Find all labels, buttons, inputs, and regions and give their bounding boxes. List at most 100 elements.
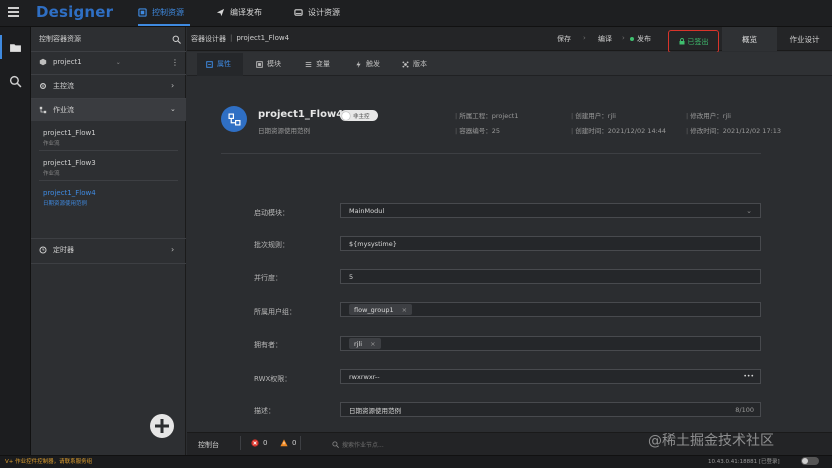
breadcrumb-root[interactable]: 容器设计器 [191, 34, 226, 44]
tree-item-main-flow[interactable]: 主控流 [31, 77, 186, 95]
flow-item[interactable]: project1_Flow3 作业流 [43, 159, 96, 177]
divider [39, 180, 178, 181]
console-search[interactable]: 搜索作业节点... [332, 440, 384, 449]
error-count[interactable]: 0 [251, 439, 267, 447]
description-input[interactable]: 日期资源使用范例 8/100 [340, 402, 761, 417]
publish-button[interactable]: 发布 [630, 34, 651, 44]
breadcrumb-separator: | [230, 34, 233, 42]
warning-icon [280, 439, 288, 447]
more-horizontal-icon[interactable]: ••• [743, 373, 754, 380]
flow-item-sub: 日期资源使用范例 [43, 201, 88, 207]
workflow-icon [39, 106, 47, 114]
add-button[interactable] [150, 414, 174, 438]
compile-button[interactable]: 编译 [598, 34, 612, 44]
top-header: Designer 控制资源 编译发布 设计资源 [0, 0, 832, 27]
owner-chip: rjli × [349, 338, 381, 349]
chevron-down-icon[interactable]: ⌄ [170, 105, 176, 113]
nav-tab-design-resources[interactable]: 设计资源 [294, 7, 340, 18]
batch-rule-input[interactable]: ${mysystime} [340, 236, 761, 251]
search-icon[interactable] [9, 75, 22, 88]
start-module-select[interactable]: MainModul ⌄ [340, 203, 761, 218]
rail-active-marker [0, 35, 2, 59]
search-icon [332, 441, 339, 448]
module-icon [256, 60, 263, 68]
error-icon [251, 439, 259, 447]
tab-triggers[interactable]: 触发 [355, 52, 380, 76]
search-icon[interactable] [172, 35, 181, 44]
chevron-right-icon: › [622, 34, 625, 42]
main-control-toggle[interactable]: 非主控 [340, 110, 378, 121]
tree-item-label: 主控流 [53, 82, 74, 90]
drive-icon [294, 9, 303, 16]
folder-icon[interactable] [9, 41, 22, 54]
divider [240, 436, 241, 450]
meta-value: rjli [607, 112, 616, 120]
chip-label: rjli [354, 339, 363, 348]
project-selector[interactable]: project1 ⌄ [31, 55, 186, 69]
select-value: MainModul [349, 206, 385, 215]
warning-count[interactable]: 0 [280, 439, 296, 447]
meta-label: 创建时间： [575, 127, 608, 135]
tab-variables[interactable]: 变量 [305, 52, 330, 76]
variable-icon [305, 61, 312, 67]
plus-icon [155, 419, 169, 433]
chevron-right-icon[interactable]: › [171, 245, 174, 254]
tree-item-timer[interactable]: 定时器 [31, 241, 186, 259]
flow-item-selected[interactable]: project1_Flow4 日期资源使用范例 [43, 189, 96, 207]
flow-title: project1_Flow4 [258, 109, 344, 120]
tab-modules[interactable]: 模块 [256, 52, 281, 76]
cube-icon [39, 58, 47, 66]
console-tab[interactable]: 控制台 [198, 440, 219, 450]
sidebar-title: 控制容器资源 [31, 33, 186, 45]
nav-tab-label: 编译发布 [230, 8, 262, 17]
tree-item-workflow[interactable]: 作业流 [31, 99, 186, 121]
tab-label: 触发 [366, 60, 380, 68]
nav-tab-compile-publish[interactable]: 编译发布 [216, 7, 262, 18]
hamburger-menu-icon[interactable] [8, 7, 19, 18]
tab-job-design[interactable]: 作业设计 [777, 27, 832, 51]
app-brand: Designer [36, 3, 114, 21]
tab-overview-label: 概览 [742, 34, 757, 44]
active-tab-indicator [138, 24, 190, 26]
meta-label: 修改用户： [690, 112, 723, 120]
user-group-select[interactable]: flow_group1 × [340, 302, 761, 317]
trigger-icon [356, 60, 361, 68]
divider [221, 153, 761, 154]
parallel-input[interactable]: 5 [340, 269, 761, 284]
chevron-down-icon: ⌄ [115, 58, 121, 66]
nav-tab-control-resources[interactable]: 控制资源 [138, 7, 184, 18]
flow-item-sub: 作业流 [43, 171, 60, 177]
rwx-input[interactable]: rwxrwxr-- ••• [340, 369, 761, 384]
chevron-right-icon[interactable]: › [171, 81, 174, 90]
save-button[interactable]: 保存 [557, 34, 571, 44]
toggle-knob [342, 111, 350, 120]
rwx-label: RWX权限： [254, 375, 292, 383]
meta-value: project1 [491, 112, 519, 120]
divider [31, 51, 186, 52]
checked-out-label: 已签出 [687, 37, 709, 46]
more-vertical-icon[interactable]: ⋮ [171, 58, 179, 67]
tab-versions[interactable]: 版本 [402, 52, 427, 76]
workflow-icon [227, 112, 241, 126]
status-toggle[interactable] [801, 457, 819, 465]
meta-value: 2021/12/02 17:13 [722, 127, 782, 135]
owner-select[interactable]: rjli × [340, 336, 761, 351]
char-counter: 8/100 [735, 405, 754, 414]
flow-item[interactable]: project1_Flow1 作业流 [43, 129, 96, 147]
tab-properties[interactable]: 属性 [206, 52, 231, 76]
meta-value: 25 [491, 127, 501, 135]
clock-icon [39, 246, 47, 254]
chevron-right-icon: › [583, 34, 586, 42]
tab-overview[interactable]: 概览 [722, 27, 777, 51]
meta-label: 所属工程： [459, 112, 492, 120]
close-icon[interactable]: × [402, 306, 407, 314]
project-name: project1 [53, 58, 82, 66]
flow-avatar [221, 106, 247, 132]
settings-icon [40, 83, 46, 89]
checked-out-button[interactable]: 已签出 [668, 30, 719, 53]
nav-tab-label: 控制资源 [152, 8, 184, 17]
toggle-label: 非主控 [353, 113, 370, 120]
divider [31, 238, 186, 239]
close-icon[interactable]: × [370, 340, 375, 348]
lock-icon [679, 38, 684, 45]
